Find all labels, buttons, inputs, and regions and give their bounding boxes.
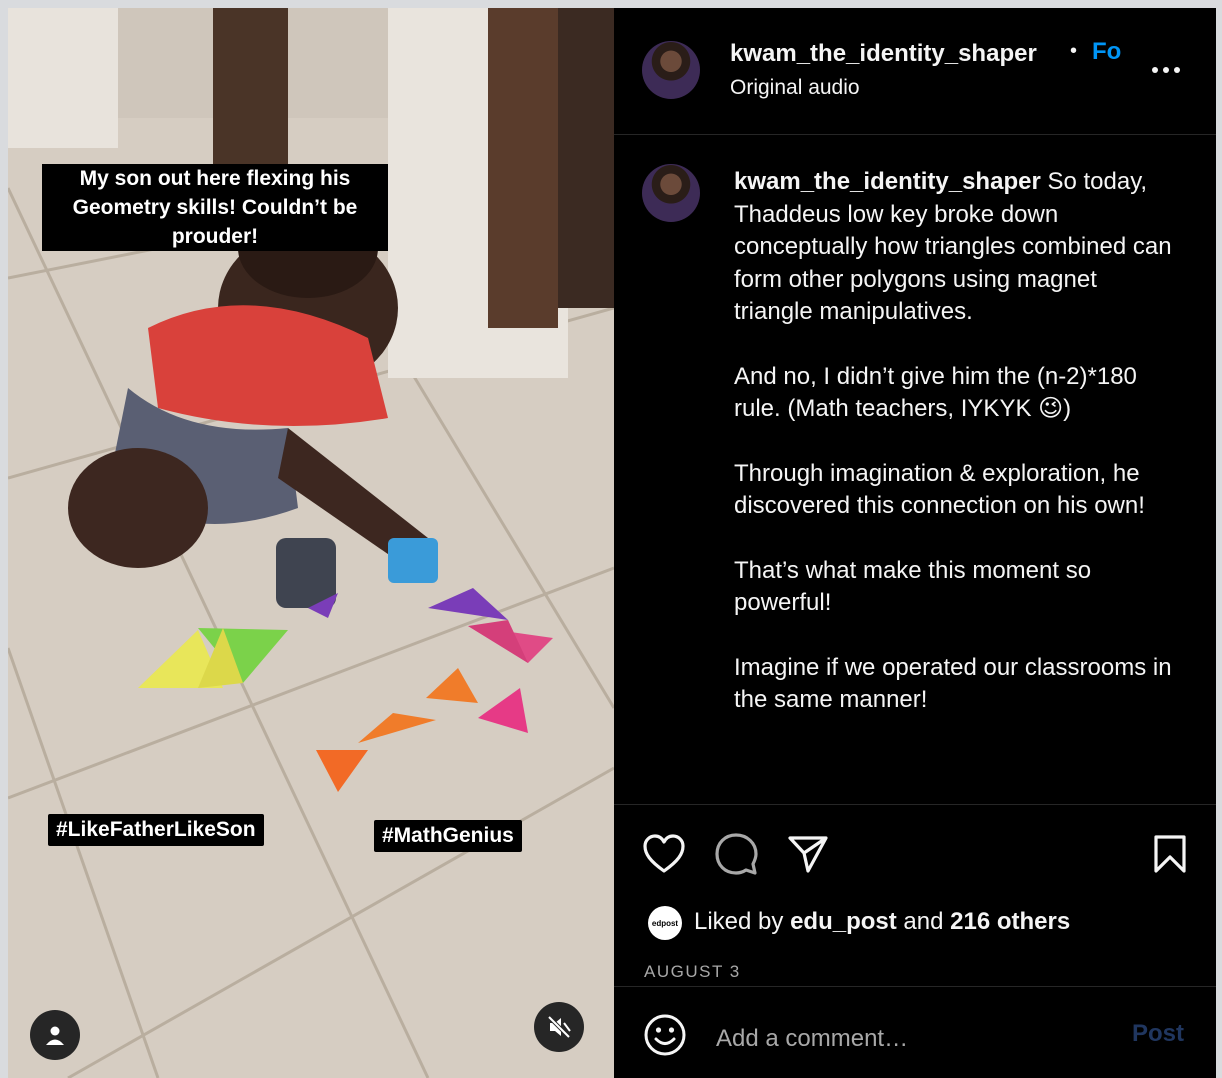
post-caption: kwam_the_identity_shaper So today, Thadd… <box>734 166 1174 749</box>
caption-username[interactable]: kwam_the_identity_shaper <box>734 168 1041 195</box>
comment-input[interactable] <box>714 1018 1098 1060</box>
bookmark-icon <box>1154 835 1186 873</box>
smiley-icon <box>644 1014 686 1056</box>
save-button[interactable] <box>1146 830 1194 878</box>
caption-author-avatar[interactable] <box>642 164 700 222</box>
liker-username[interactable]: edu_post <box>790 908 897 935</box>
emoji-picker-button[interactable] <box>642 1012 688 1058</box>
more-options-button[interactable] <box>1146 56 1186 84</box>
post-header: kwam_the_identity_shaper • Fo Original a… <box>614 8 1216 135</box>
section-divider <box>614 986 1216 987</box>
post-modal: My son out here flexing his Geometry ski… <box>0 0 1222 1078</box>
video-overlay-caption: My son out here flexing his Geometry ski… <box>42 164 388 251</box>
likes-summary: Liked by edu_post and 216 others <box>694 908 1070 936</box>
section-divider <box>614 804 1216 805</box>
follow-button[interactable]: Fo <box>1092 38 1121 66</box>
author-avatar[interactable] <box>642 41 700 99</box>
like-button[interactable] <box>640 830 688 878</box>
audio-label[interactable]: Original audio <box>730 76 860 100</box>
author-username[interactable]: kwam_the_identity_shaper <box>730 40 1037 68</box>
hashtag-math-genius: #MathGenius <box>374 820 522 852</box>
share-button[interactable] <box>784 830 832 878</box>
comment-button[interactable] <box>712 830 760 878</box>
caption-paragraph: Through imagination & exploration, he di… <box>734 459 1145 520</box>
likes-prefix: Liked by <box>694 908 784 935</box>
likes-count-link[interactable]: 216 others <box>950 908 1070 935</box>
more-horizontal-icon <box>1152 67 1180 73</box>
heart-icon <box>643 834 685 873</box>
post-details-panel: kwam_the_identity_shaper • Fo Original a… <box>614 8 1216 1078</box>
mute-toggle-button[interactable] <box>534 1002 584 1052</box>
paper-plane-icon <box>788 836 828 873</box>
caption-paragraph: And no, I didn’t give him the (n-2)*180 … <box>734 362 1137 423</box>
person-icon <box>46 1026 64 1045</box>
post-comment-button[interactable]: Post <box>1132 1020 1184 1048</box>
liker-avatar[interactable]: edpost <box>648 906 682 940</box>
caption-paragraph: Imagine if we operated our classrooms in… <box>734 653 1172 714</box>
post-video[interactable]: My son out here flexing his Geometry ski… <box>8 8 614 1078</box>
post-date[interactable]: AUGUST 3 <box>644 962 741 982</box>
comment-bubble-icon <box>715 833 758 875</box>
hashtag-like-father-like-son: #LikeFatherLikeSon <box>48 814 264 846</box>
speaker-muted-icon <box>547 1015 571 1039</box>
header-separator: • <box>1070 40 1078 62</box>
caption-paragraph: That’s what make this moment so powerful… <box>734 556 1092 617</box>
likes-conjunction: and <box>903 908 944 935</box>
tagged-users-button[interactable] <box>30 1010 80 1060</box>
